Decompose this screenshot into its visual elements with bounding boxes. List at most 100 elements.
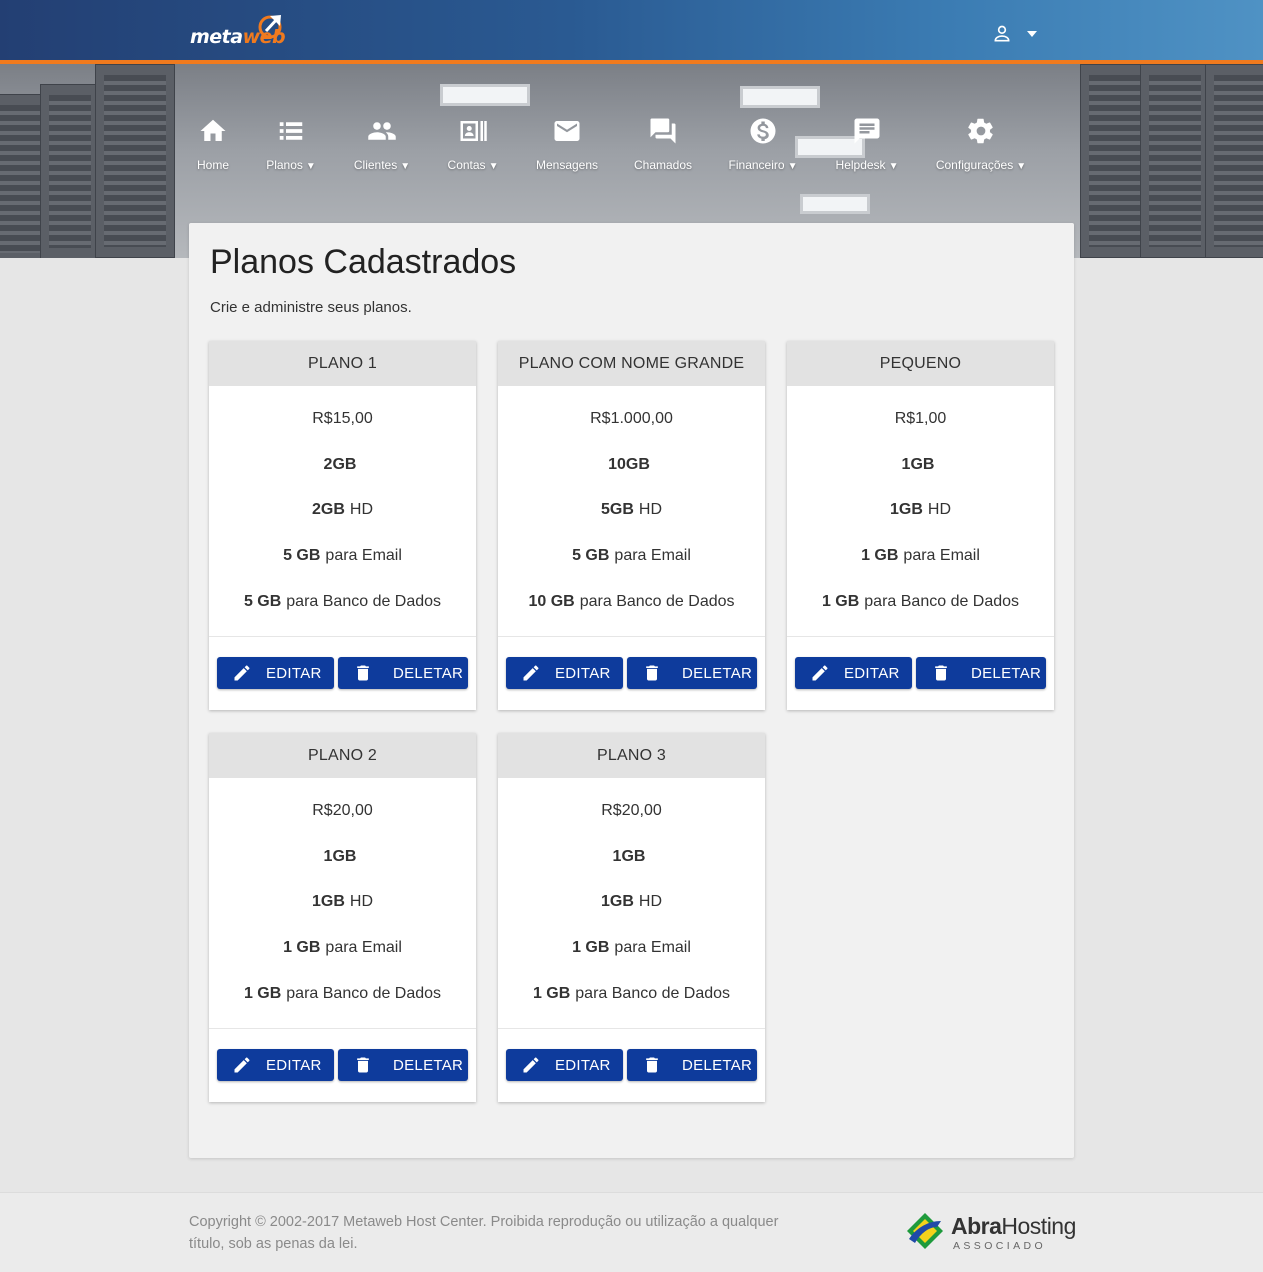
plan-database: 5 GB para Banco de Dados [209,579,476,625]
plan-db-value: 1 GB [532,985,571,1003]
delete-button[interactable]: DELETAR [627,657,757,689]
plan-details: R$1,00 1GB 1GB HD 1 GB para Email 1 GB para Ban… [787,386,1054,637]
nav-item-contas[interactable]: Contas ▼ [444,116,502,176]
plan-email: 1 GB para Email [787,533,1054,579]
nav-item-chamados[interactable]: Chamados [631,116,695,176]
plan-email: 1 GB para Email [498,925,765,971]
trash-icon [646,665,658,681]
caret-down-icon [1027,31,1037,37]
forum-icon [650,118,676,144]
metaweb-logo[interactable]: metaweb [190,12,290,48]
nav-label: Planos ▼ [266,158,316,172]
plan-ram: 1GB [787,442,1054,488]
top-bar: metaweb [0,0,1263,60]
edit-button[interactable]: EDITAR [217,1049,334,1081]
nav-item-helpdesk[interactable]: Helpdesk ▼ [832,116,902,176]
plan-price: R$20,00 [601,801,662,819]
logo-arrow-icon [258,15,282,39]
list-icon [279,122,303,140]
nav-label: Configurações ▼ [935,158,1027,172]
nav-label: Financeiro ▼ [728,158,798,172]
plan-actions: EDITAR DELETAR [498,637,765,709]
plan-hd-value: 2GB [311,501,345,519]
edit-button-label: EDITAR [266,1056,322,1074]
caret-down-icon: ▼ [488,161,499,172]
plan-email-value: 1 GB [283,939,321,957]
edit-button-label: EDITAR [266,664,322,682]
delete-button[interactable]: DELETAR [627,1049,757,1081]
plan-ram: 1GB [498,834,765,880]
plan-name: PLANO 1 [209,341,476,386]
plan-price: R$20,00 [312,801,373,819]
plan-db-label: para Banco de Dados [286,593,442,611]
nav-label: Helpdesk ▼ [835,158,899,172]
trash-icon [357,665,369,681]
plan-email-value: 5 GB [572,547,610,565]
edit-button-label: EDITAR [844,664,900,682]
delete-button[interactable]: DELETAR [916,657,1046,689]
pencil-icon [234,1057,250,1073]
people-icon [368,122,396,140]
nav-item-home[interactable]: Home [195,116,231,176]
nav-item-clientes[interactable]: Clientes ▼ [350,116,414,176]
plan-ram: 10GB [498,442,765,488]
plan-email-value: 5 GB [283,547,321,565]
abrahosting-logo[interactable]: AbraHosting ASSOCIADO [903,1207,1078,1255]
plan-ram: 1GB [209,834,476,880]
plan-db-label: para Banco de Dados [575,985,731,1003]
abrahosting-emblem-icon [907,1213,943,1249]
plan-email: 5 GB para Email [209,533,476,579]
plan-card: PLANO COM NOME GRANDE R$1.000,00 10GB 5GB HD… [498,341,765,710]
plan-ram-value: 1GB [612,847,646,865]
delete-button-label: DELETAR [682,664,753,682]
nav-item-mensagens[interactable]: Mensagens [533,116,601,176]
trash-icon [646,1057,658,1073]
plan-email-label: para Email [614,939,691,957]
edit-button[interactable]: EDITAR [506,657,623,689]
plan-database: 1 GB para Banco de Dados [498,971,765,1017]
plans-panel: Planos Cadastrados Crie e administre seu… [189,223,1074,1158]
plan-hd-label: HD [927,501,951,519]
caret-down-icon: ▼ [1016,161,1027,172]
plan-hd-value: 1GB [600,893,634,911]
nav-item-planos[interactable]: Planos ▼ [262,116,320,176]
plan-ram-value: 2GB [323,455,357,473]
caret-down-icon: ▼ [888,161,899,172]
plan-ram-value: 1GB [901,455,935,473]
edit-button-label: EDITAR [555,1056,611,1074]
plan-name: PLANO 2 [209,733,476,778]
plan-hd: 1GB HD [209,880,476,926]
plan-name: PLANO 3 [498,733,765,778]
plan-details: R$15,00 2GB 2GB HD 5 GB para Email 5 GB para Ba… [209,386,476,637]
contact-card-icon [460,121,487,141]
caret-down-icon: ▼ [305,161,316,172]
plan-email-label: para Email [325,547,402,565]
plan-hd-label: HD [349,893,373,911]
delete-button[interactable]: DELETAR [338,1049,468,1081]
caret-down-icon: ▼ [787,161,798,172]
plan-email: 5 GB para Email [498,533,765,579]
plan-db-label: para Banco de Dados [864,593,1020,611]
nav-label: Clientes ▼ [353,158,411,172]
plan-database: 1 GB para Banco de Dados [209,971,476,1017]
plan-hd-label: HD [638,501,662,519]
plan-email: 1 GB para Email [209,925,476,971]
plan-email-value: 1 GB [861,547,899,565]
mail-icon [554,121,580,141]
edit-button[interactable]: EDITAR [506,1049,623,1081]
delete-button[interactable]: DELETAR [338,657,468,689]
footer: Copyright © 2002-2017 Metaweb Host Cente… [0,1192,1263,1272]
home-icon [200,119,226,141]
plan-db-value: 1 GB [821,593,860,611]
nav-item-financeiro[interactable]: Financeiro ▼ [725,116,801,176]
user-menu-button[interactable] [992,20,1056,48]
edit-button[interactable]: EDITAR [795,657,912,689]
plan-actions: EDITAR DELETAR [209,637,476,709]
plan-hd-label: HD [638,893,662,911]
plan-price: R$15,00 [312,409,373,427]
plan-ram-value: 1GB [323,847,357,865]
plan-ram-value: 10GB [608,455,650,473]
nav-item-configuracoes[interactable]: Configurações ▼ [932,116,1030,176]
plan-name: PLANO COM NOME GRANDE [498,341,765,386]
edit-button[interactable]: EDITAR [217,657,334,689]
